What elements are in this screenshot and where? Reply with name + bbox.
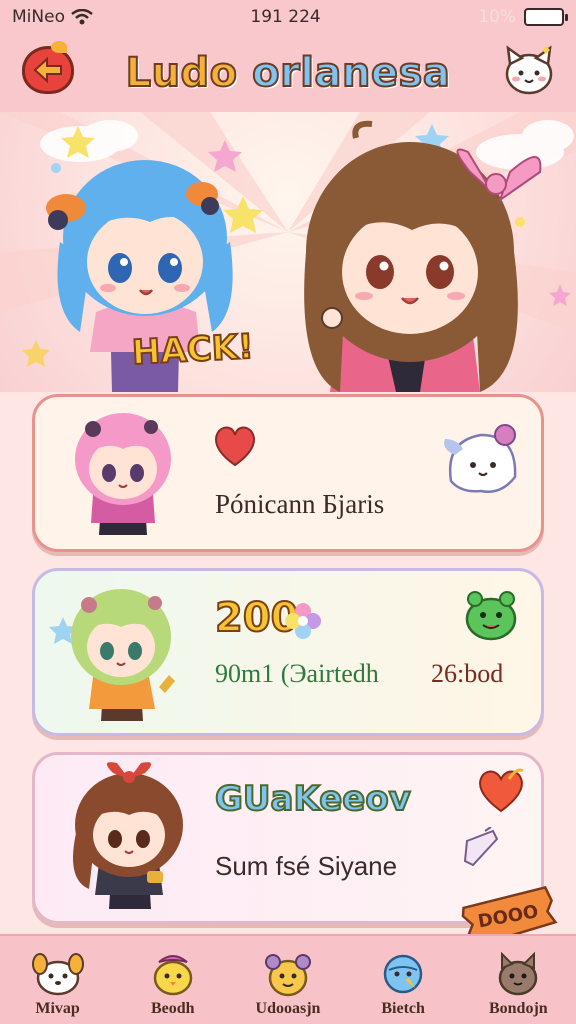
- character-card-1[interactable]: Pónicann Бjaris: [32, 394, 544, 552]
- battery-percent: 10%: [478, 7, 516, 27]
- pink-haired-character: [75, 413, 171, 535]
- back-button[interactable]: [22, 41, 74, 94]
- cat-icon: [499, 951, 538, 996]
- hack-badge: HACK!: [130, 326, 256, 374]
- bear-icon: [264, 954, 311, 997]
- carrier-label: MiNeo: [12, 7, 65, 27]
- status-right: 10%: [478, 7, 568, 27]
- hero-illustration: [0, 112, 576, 392]
- green-haired-character: [49, 589, 175, 721]
- tab-map-label: Mivap: [35, 1000, 80, 1017]
- green-monster-icon: [465, 591, 517, 641]
- tab-bietch-label: Bietch: [381, 1000, 425, 1017]
- tab-beodh-label: Beodh: [150, 1000, 195, 1017]
- battery-icon: [523, 8, 568, 26]
- page-title: Ludo orlanesa: [125, 49, 451, 97]
- auburn-haired-character: [73, 762, 183, 909]
- heart-apple-icon: [479, 768, 524, 813]
- tab-bondojn-label: Bondojn: [488, 1000, 548, 1017]
- mascot-menu-icon[interactable]: [502, 42, 556, 96]
- tab-udooasjn-label: Udooasjn: [255, 1000, 321, 1017]
- status-bar: MiNeo 191 224 10%: [0, 0, 576, 34]
- back-arrow-icon: [33, 57, 62, 83]
- chick-icon: [153, 955, 193, 996]
- card-2-timer: 26:bod: [431, 659, 504, 688]
- clock: 191 224: [250, 7, 321, 27]
- wifi-icon: [71, 9, 93, 25]
- ghost-pet-icon: [444, 424, 517, 493]
- title-part-a: Ludo: [125, 49, 253, 97]
- tab-bondojn[interactable]: Bondojn: [468, 948, 568, 1018]
- app-header: Ludo orlanesa: [0, 34, 576, 112]
- tab-map[interactable]: Mivap: [8, 948, 108, 1018]
- tab-bietch[interactable]: Bietch: [353, 948, 453, 1018]
- tab-beodh[interactable]: Beodh: [123, 948, 223, 1018]
- flower-icon: [285, 603, 321, 639]
- heart-icon: [215, 426, 255, 467]
- card-2-detail: 90m1 (Эairtedh: [215, 659, 379, 688]
- card-1-name: Pónicann Бjaris: [215, 489, 385, 519]
- drink-icon: [463, 827, 499, 867]
- status-left: MiNeo: [12, 7, 93, 27]
- character-card-2[interactable]: 200 90m1 (Эairtedh 26:bod: [32, 568, 544, 736]
- dog-icon: [31, 953, 84, 996]
- tab-udooasjn[interactable]: Udooasjn: [238, 948, 338, 1018]
- hero-banner: [0, 112, 576, 392]
- globe-bird-icon: [383, 954, 423, 994]
- card-3-detail: Sum fsé Siyane: [215, 851, 398, 881]
- title-part-b: orlanesa: [251, 49, 451, 97]
- bottom-tab-bar: Mivap Beodh Udooasjn Bietch Bondojn: [0, 934, 576, 1024]
- card-3-heading: GUaKeeov: [214, 778, 412, 820]
